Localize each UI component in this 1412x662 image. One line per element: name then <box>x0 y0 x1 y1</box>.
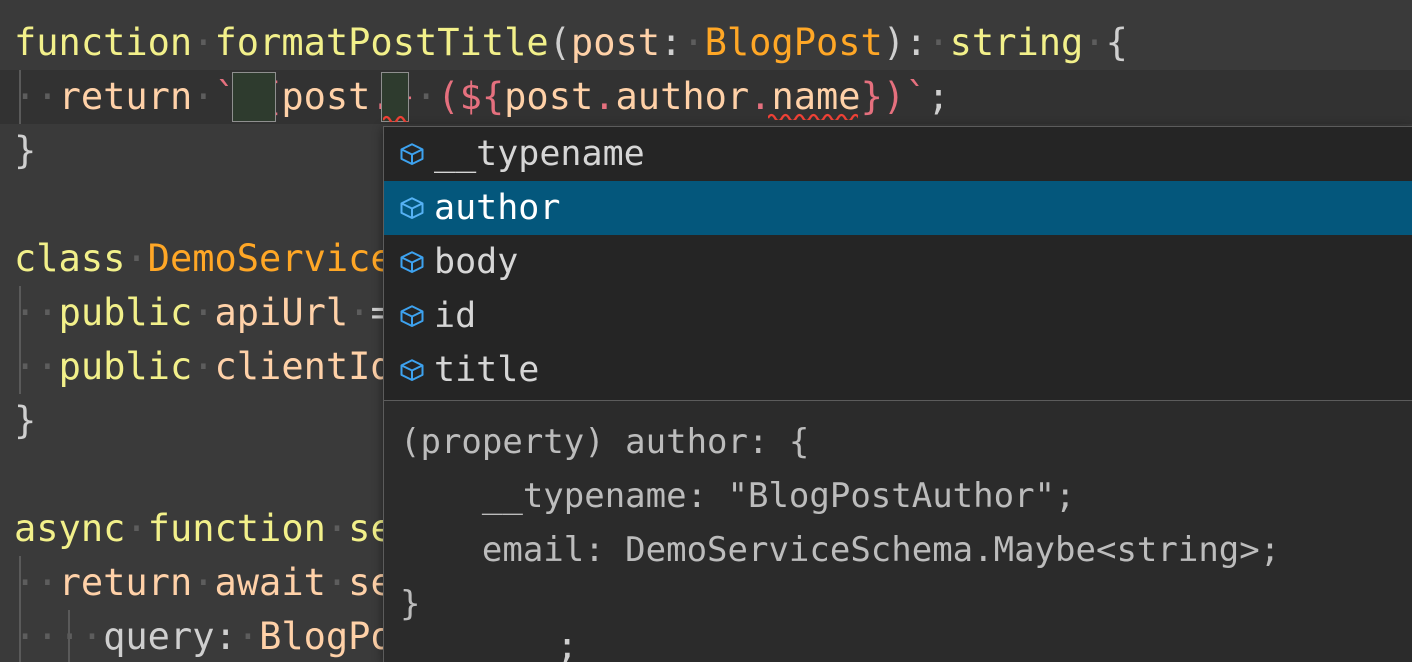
doc-line: __typename: "BlogPostAuthor"; <box>400 476 1076 516</box>
code-line-current[interactable]: ··return·`${post.}·(${post.author.name})… <box>0 70 1412 124</box>
code-token: . <box>593 75 616 118</box>
completion-item-label: id <box>434 295 477 336</box>
indent-guide <box>19 286 21 394</box>
code-token: · <box>325 561 349 604</box>
code-line-text: function·formatPostTitle(post:·BlogPost)… <box>0 21 1128 64</box>
code-token: · <box>192 21 215 64</box>
code-token: · <box>125 237 148 280</box>
code-token: · <box>125 507 148 550</box>
completion-item-author[interactable]: author <box>384 181 1412 235</box>
code-token: public <box>58 345 193 388</box>
code-token: } <box>14 399 37 442</box>
indent-guide <box>68 610 70 662</box>
code-line-text: } <box>0 399 36 442</box>
error-squiggle <box>768 113 858 120</box>
code-line-text: async·function·se <box>0 507 393 550</box>
doc-line: } <box>400 584 421 624</box>
completion-item-title[interactable]: title <box>384 343 1412 397</box>
completion-item-id[interactable]: id <box>384 289 1412 343</box>
stray-code-glyph: ; <box>556 624 579 662</box>
code-token: : <box>660 21 683 64</box>
completion-item-label: __typename <box>434 133 645 174</box>
completion-list[interactable]: __typename author body id title <box>384 127 1412 400</box>
code-token: apiUrl <box>214 291 349 334</box>
property-cube-icon <box>400 143 424 165</box>
code-token: ${ <box>459 75 505 118</box>
code-token: string <box>949 21 1084 64</box>
code-token: · <box>192 75 215 118</box>
code-token: } <box>14 129 37 172</box>
code-line-text: ··public·apiUrl·= <box>0 291 393 334</box>
property-cube-icon <box>400 359 424 381</box>
code-token: author <box>615 75 750 118</box>
code-token: { <box>1105 21 1128 64</box>
code-token: return <box>58 75 193 118</box>
code-line-text: class·DemoService <box>0 237 393 280</box>
code-token: BlogPo <box>259 615 393 658</box>
property-cube-icon <box>400 251 424 273</box>
code-token: · <box>192 561 215 604</box>
indent-guide <box>19 556 21 662</box>
code-token: ( <box>548 21 571 64</box>
code-token: public <box>58 291 193 334</box>
code-token: ` <box>905 75 928 118</box>
code-token: : <box>905 21 928 64</box>
completion-item-label: body <box>434 241 519 282</box>
doc-line: email: DemoServiceSchema.Maybe<string>; <box>400 530 1281 570</box>
code-token: function <box>14 21 193 64</box>
code-line-text: ··public·clientId <box>0 345 393 388</box>
code-token: · <box>927 21 950 64</box>
code-token: ; <box>927 75 950 118</box>
code-token: · <box>192 291 215 334</box>
code-token: return <box>58 561 193 604</box>
code-token: · <box>192 345 215 388</box>
indent-guide <box>19 70 21 124</box>
property-cube-icon <box>400 197 424 219</box>
code-editor[interactable]: function·formatPostTitle(post:·BlogPost)… <box>0 0 1412 662</box>
code-token: · <box>325 507 349 550</box>
code-line[interactable]: function·formatPostTitle(post:·BlogPost)… <box>0 16 1412 70</box>
code-token: post <box>504 75 594 118</box>
code-token: DemoService <box>147 237 393 280</box>
code-token: · <box>236 615 260 658</box>
code-token: class <box>14 237 126 280</box>
code-token: query <box>103 615 215 658</box>
code-token: clientId <box>214 345 393 388</box>
code-line-text: ··return·await·se <box>0 561 393 604</box>
code-token: · <box>348 291 371 334</box>
code-token: ) <box>882 21 906 64</box>
code-token: } <box>860 75 883 118</box>
doc-line: (property) author: { <box>400 422 810 462</box>
code-token: ( <box>437 75 460 118</box>
code-token: ) <box>882 75 906 118</box>
code-token: async <box>14 507 126 550</box>
code-token: post <box>570 21 661 64</box>
completion-item-body[interactable]: body <box>384 235 1412 289</box>
completion-item-label: title <box>434 349 540 390</box>
code-line-text: } <box>0 129 36 172</box>
code-token: · <box>682 21 705 64</box>
error-squiggle-brace <box>383 115 409 122</box>
code-token: : <box>214 615 237 658</box>
matching-brace-highlight-open <box>232 72 276 122</box>
code-token: BlogPost <box>704 21 883 64</box>
completion-item-label: author <box>434 187 561 228</box>
autocomplete-popup[interactable]: __typename author body id title (propert… <box>383 126 1412 662</box>
code-token: ···· <box>14 615 104 658</box>
code-token: · <box>1083 21 1106 64</box>
code-token: · <box>415 75 438 118</box>
property-cube-icon <box>400 305 424 327</box>
code-token: formatPostTitle <box>214 21 549 64</box>
code-line-text: ····query:·BlogPo <box>0 615 393 658</box>
documentation-panel: (property) author: { __typename: "BlogPo… <box>384 401 1412 662</box>
code-token: post <box>281 75 371 118</box>
completion-item-typename[interactable]: __typename <box>384 127 1412 181</box>
code-token: await <box>214 561 326 604</box>
code-token: function <box>147 507 326 550</box>
